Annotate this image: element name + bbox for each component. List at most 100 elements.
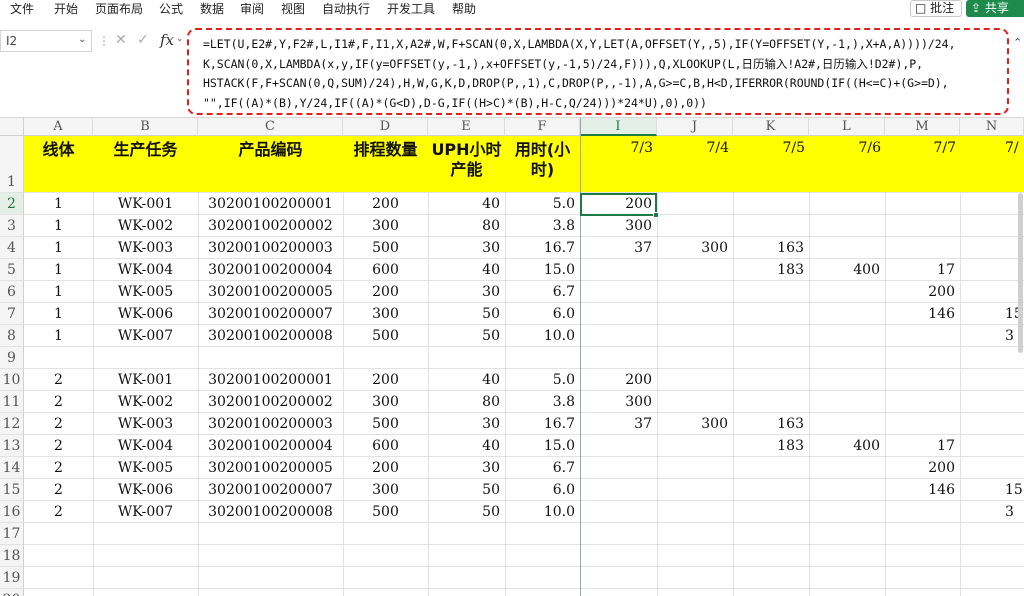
cell-qty[interactable]: 500 <box>343 501 428 523</box>
confirm-icon[interactable]: ✓ <box>137 32 149 48</box>
cell-date-qty[interactable] <box>657 457 733 479</box>
cell-line[interactable]: 1 <box>24 237 93 259</box>
row-header[interactable]: 7 <box>0 303 24 325</box>
cell-code[interactable]: 30200100200005 <box>198 281 343 303</box>
cell-date-qty[interactable]: 37 <box>580 237 657 259</box>
cell-date-qty[interactable] <box>809 369 885 391</box>
menu-review[interactable]: 审阅 <box>240 0 264 20</box>
cell-date-qty[interactable] <box>733 501 809 523</box>
row-header[interactable]: 16 <box>0 501 24 523</box>
row-header[interactable]: 13 <box>0 435 24 457</box>
cell-date-qty[interactable]: 146 <box>885 479 960 501</box>
cell-code[interactable]: 30200100200007 <box>198 479 343 501</box>
cell-date-qty[interactable] <box>885 501 960 523</box>
cell-uph[interactable]: 30 <box>428 281 505 303</box>
cell-time[interactable]: 6.0 <box>505 479 580 501</box>
row-header[interactable]: 20 <box>0 589 24 596</box>
row-header[interactable]: 2 <box>0 193 24 215</box>
date-header[interactable]: 7/4 <box>657 140 729 156</box>
row-header[interactable]: 18 <box>0 545 24 567</box>
cell-date-qty[interactable] <box>885 237 960 259</box>
cell-date-qty[interactable] <box>580 347 657 369</box>
cell-date-qty[interactable]: 200 <box>885 281 960 303</box>
cell-date-qty[interactable] <box>809 325 885 347</box>
cell-date-qty[interactable] <box>657 259 733 281</box>
row-header[interactable]: 15 <box>0 479 24 501</box>
cell-date-qty[interactable]: 163 <box>733 237 809 259</box>
cell-uph[interactable] <box>428 347 505 369</box>
cell-date-qty[interactable]: 300 <box>580 215 657 237</box>
row-header[interactable]: 17 <box>0 523 24 545</box>
cell-date-qty[interactable]: 37 <box>580 413 657 435</box>
cell-qty[interactable]: 500 <box>343 413 428 435</box>
cell-time[interactable]: 6.7 <box>505 281 580 303</box>
cell-date-qty[interactable] <box>580 501 657 523</box>
cell-date-qty[interactable] <box>657 369 733 391</box>
cell-date-qty[interactable] <box>580 325 657 347</box>
cell-date-qty[interactable] <box>580 281 657 303</box>
cell-date-qty[interactable]: 300 <box>657 237 733 259</box>
column-header-k[interactable]: K <box>733 118 809 136</box>
cell-qty[interactable]: 600 <box>343 259 428 281</box>
header-time[interactable]: 用时(小 <box>505 140 580 159</box>
cell-qty[interactable]: 200 <box>343 369 428 391</box>
column-header-b[interactable]: B <box>93 118 198 136</box>
cell-line[interactable] <box>24 347 93 369</box>
cell-code[interactable]: 30200100200001 <box>198 193 343 215</box>
cell-task[interactable]: WK-005 <box>93 457 198 479</box>
cell-date-qty[interactable] <box>580 457 657 479</box>
row-header[interactable]: 9 <box>0 347 24 369</box>
column-header-l[interactable]: L <box>809 118 885 136</box>
cell-date-qty[interactable] <box>1005 457 1024 479</box>
cell-qty[interactable]: 200 <box>343 281 428 303</box>
cell-uph[interactable]: 40 <box>428 435 505 457</box>
cell-date-qty[interactable] <box>733 369 809 391</box>
cell-date-qty[interactable] <box>733 479 809 501</box>
cell-date-qty[interactable] <box>733 347 809 369</box>
cell-date-qty[interactable] <box>885 413 960 435</box>
cell-code[interactable]: 30200100200004 <box>198 435 343 457</box>
cell-date-qty[interactable] <box>733 281 809 303</box>
cell-date-qty[interactable] <box>809 479 885 501</box>
cell-date-qty[interactable] <box>580 259 657 281</box>
cell-uph[interactable]: 50 <box>428 479 505 501</box>
column-header-e[interactable]: E <box>428 118 505 136</box>
cell-time[interactable]: 16.7 <box>505 413 580 435</box>
cell-line[interactable]: 2 <box>24 457 93 479</box>
cell-date-qty[interactable] <box>885 193 960 215</box>
cell-date-qty[interactable]: 400 <box>809 259 885 281</box>
cell-time[interactable]: 6.7 <box>505 457 580 479</box>
column-header-j[interactable]: J <box>657 118 733 136</box>
cell-date-qty[interactable] <box>809 501 885 523</box>
cell-line[interactable]: 2 <box>24 435 93 457</box>
cell-uph[interactable]: 30 <box>428 457 505 479</box>
row-header[interactable]: 19 <box>0 567 24 589</box>
cell-line[interactable]: 1 <box>24 303 93 325</box>
cell-line[interactable]: 2 <box>24 413 93 435</box>
cell-date-qty[interactable] <box>809 193 885 215</box>
cell-date-qty[interactable] <box>657 193 733 215</box>
cell-date-qty[interactable] <box>885 215 960 237</box>
cell-date-qty[interactable] <box>1005 369 1024 391</box>
cell-date-qty[interactable] <box>657 347 733 369</box>
cell-time[interactable]: 5.0 <box>505 193 580 215</box>
cell-uph[interactable]: 40 <box>428 193 505 215</box>
cell-qty[interactable] <box>343 347 428 369</box>
chevron-down-icon[interactable]: ⌄ <box>78 34 86 45</box>
cell-date-qty[interactable]: 163 <box>733 413 809 435</box>
cell-line[interactable]: 1 <box>24 215 93 237</box>
cell-date-qty[interactable] <box>1005 435 1024 457</box>
menu-developer[interactable]: 开发工具 <box>387 0 435 20</box>
cell-qty[interactable]: 300 <box>343 479 428 501</box>
cell-date-qty[interactable] <box>657 215 733 237</box>
cell-line[interactable]: 1 <box>24 325 93 347</box>
column-header-i[interactable]: I <box>580 118 657 136</box>
vertical-scrollbar[interactable] <box>1018 193 1023 353</box>
cell-task[interactable]: WK-005 <box>93 281 198 303</box>
column-header-m[interactable]: M <box>885 118 960 136</box>
cell-date-qty[interactable] <box>657 325 733 347</box>
cell-task[interactable]: WK-001 <box>93 369 198 391</box>
menu-formulas[interactable]: 公式 <box>159 0 183 20</box>
cell-date-qty[interactable] <box>657 391 733 413</box>
cell-date-qty[interactable]: 300 <box>580 391 657 413</box>
